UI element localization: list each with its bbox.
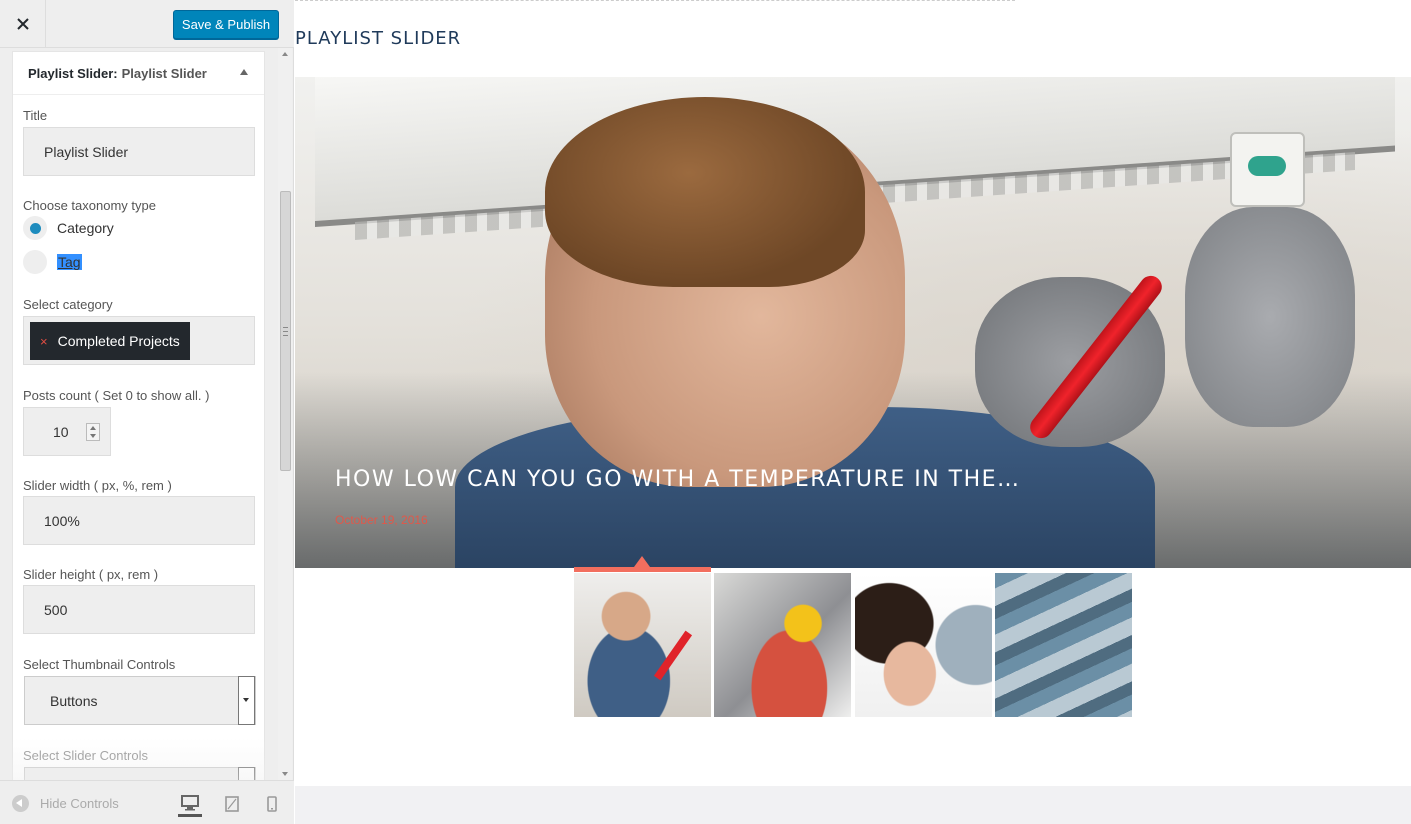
radio-label-tag: Tag	[57, 254, 82, 270]
radio-selected-dot	[29, 222, 41, 234]
playlist-slider-widget: Playlist Slider: Playlist Slider Title P…	[12, 51, 265, 780]
thumb-controls-label: Select Thumbnail Controls	[23, 657, 176, 672]
title-input[interactable]: Playlist Slider	[23, 127, 255, 176]
slider-main-slide[interactable]: HOW LOW CAN YOU GO WITH A TEMPERATURE IN…	[295, 77, 1411, 568]
radio-button-category[interactable]	[23, 216, 47, 240]
divider	[295, 0, 1015, 1]
scrollbar-thumb[interactable]	[280, 191, 291, 471]
widget-type-label: Playlist Slider:	[28, 65, 118, 81]
slider-width-label: Slider width ( px, %, rem )	[23, 478, 172, 493]
mobile-icon	[267, 796, 277, 812]
scroll-up-icon[interactable]	[282, 52, 288, 56]
slide-caption[interactable]: HOW LOW CAN YOU GO WITH A TEMPERATURE IN…	[335, 467, 1021, 492]
category-chip: × Completed Projects	[30, 322, 190, 360]
slider-thumbnail-1[interactable]	[574, 573, 711, 717]
spinner-up-icon[interactable]	[90, 426, 96, 430]
save-publish-button[interactable]: Save & Publish	[173, 10, 279, 39]
customizer-footer: Hide Controls	[0, 780, 294, 824]
chevron-down-icon[interactable]	[238, 767, 255, 780]
slide-image-glove-right	[1185, 207, 1355, 427]
remove-chip-icon[interactable]: ×	[40, 334, 48, 349]
spinner-down-icon[interactable]	[90, 434, 96, 438]
controls-panel: Playlist Slider: Playlist Slider Title P…	[0, 48, 294, 780]
slider-controls-label: Select Slider Controls	[23, 748, 148, 763]
category-select[interactable]: × Completed Projects	[23, 316, 255, 365]
slider-height-input[interactable]: 500	[23, 585, 255, 634]
collapse-sidebar-icon	[12, 795, 29, 812]
chevron-down-icon[interactable]	[238, 676, 255, 725]
thumb-controls-select[interactable]: Buttons	[24, 676, 256, 725]
hide-controls-button[interactable]: Hide Controls	[12, 795, 119, 812]
sidebar-scrollbar[interactable]	[278, 48, 292, 780]
mobile-preview-button[interactable]	[260, 791, 284, 817]
widget-header[interactable]: Playlist Slider: Playlist Slider	[13, 52, 264, 95]
hide-controls-label: Hide Controls	[40, 796, 119, 811]
category-label: Select category	[23, 297, 113, 312]
close-button[interactable]	[0, 0, 46, 48]
chip-label: Completed Projects	[57, 333, 180, 349]
close-icon	[16, 18, 29, 30]
scroll-down-icon[interactable]	[282, 772, 288, 776]
desktop-icon	[181, 794, 199, 810]
posts-count-value: 10	[53, 424, 69, 440]
widget-title: Playlist Slider	[121, 65, 207, 81]
slide-image-hair	[545, 97, 865, 287]
slider-thumbnail-4[interactable]	[995, 573, 1132, 717]
radio-label-category: Category	[57, 220, 114, 236]
taxonomy-label: Choose taxonomy type	[23, 198, 156, 213]
desktop-preview-button[interactable]	[178, 791, 202, 817]
active-thumb-pointer	[634, 556, 650, 567]
radio-category[interactable]: Category	[23, 216, 114, 240]
site-preview: PLAYLIST SLIDER HOW LOW CAN YOU GO WITH …	[295, 0, 1411, 824]
posts-count-label: Posts count ( Set 0 to show all. )	[23, 388, 210, 403]
title-label: Title	[23, 108, 48, 123]
slider-height-label: Slider height ( px, rem )	[23, 567, 159, 582]
collapse-arrow-icon[interactable]	[240, 69, 248, 75]
section-title: PLAYLIST SLIDER	[295, 28, 462, 49]
preview-footer	[295, 786, 1411, 824]
slider-thumbnail-3[interactable]	[855, 573, 992, 717]
slider-width-input[interactable]: 100%	[23, 496, 255, 545]
radio-button-tag[interactable]	[23, 250, 47, 274]
number-spinner[interactable]	[86, 423, 100, 441]
thumb-controls-value: Buttons	[50, 692, 98, 709]
tablet-preview-button[interactable]	[220, 791, 244, 817]
tablet-icon	[225, 796, 239, 812]
active-thumb-bar	[574, 567, 711, 572]
customizer-header: Save & Publish	[0, 0, 294, 48]
radio-tag[interactable]: Tag	[23, 250, 82, 274]
slide-date: October 19, 2016	[335, 513, 428, 527]
slider-thumbnail-2[interactable]	[714, 573, 851, 717]
customizer-sidebar: Save & Publish Playlist Slider: Playlist…	[0, 0, 294, 824]
slider-controls-select[interactable]	[24, 767, 256, 780]
posts-count-input[interactable]: 10	[23, 407, 111, 456]
grip-icon	[283, 327, 288, 336]
slide-image-unit	[1230, 132, 1305, 207]
